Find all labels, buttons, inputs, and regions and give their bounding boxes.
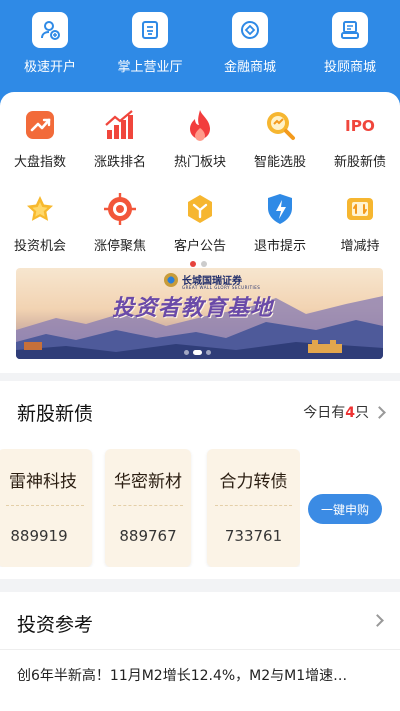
stock-card-divider — [6, 505, 84, 515]
bar-rank-icon — [103, 108, 137, 142]
user-plus-icon — [32, 12, 68, 48]
star-icon — [23, 192, 57, 226]
swap-icon — [343, 192, 377, 226]
finance-mall-button[interactable]: 金融商城 — [200, 12, 300, 75]
stock-name: 合力转债 — [219, 472, 288, 492]
smart-pick-label: 智能选股 — [253, 155, 306, 170]
one-click-subscribe-button[interactable]: 一键申购 — [308, 494, 382, 524]
document-icon — [132, 12, 168, 48]
limit-up-focus-button[interactable]: 涨停聚焦 — [80, 192, 160, 276]
today-count-number: 4 — [345, 405, 355, 421]
ipo-icon: IPO — [343, 108, 377, 142]
stock-card[interactable]: 雷神科技 889919 — [0, 449, 92, 567]
stock-card-fade — [207, 537, 300, 567]
news-headline[interactable]: 创6年半新高！11月M2增长12.4%，M2与M1增速… — [17, 665, 387, 685]
banner-page-dot-active — [193, 350, 202, 355]
today-count-link[interactable]: 今日有4只 — [303, 402, 386, 422]
stock-card-fade — [105, 537, 191, 567]
investment-reference-title: 投资参考 — [17, 614, 94, 636]
open-account-label: 极速开户 — [23, 60, 76, 75]
advisor-mall-button[interactable]: 投顾商城 — [300, 12, 400, 75]
hot-sector-button[interactable]: 热门板块 — [160, 108, 240, 192]
brand-logo-mark — [164, 272, 178, 287]
smart-pick-button[interactable]: 智能选股 — [240, 108, 320, 192]
delisting-alert-button[interactable]: 退市提示 — [240, 192, 320, 276]
holding-change-button[interactable]: 增减持 — [320, 192, 400, 276]
customer-notice-label: 客户公告 — [173, 239, 226, 254]
stock-card-divider — [113, 505, 183, 515]
new-stock-bond-label: 新股新债 — [333, 155, 386, 170]
svg-text:IPO: IPO — [345, 117, 375, 135]
trend-chart-icon — [23, 108, 57, 142]
advisor-icon — [332, 12, 368, 48]
hot-sector-label: 热门板块 — [173, 155, 226, 170]
smart-search-icon — [263, 108, 297, 142]
stock-card-fade — [0, 537, 92, 567]
target-icon — [103, 192, 137, 226]
lightning-shield-icon — [263, 192, 297, 226]
function-grid: 大盘指数 涨跌排名 热门板块 智能选股 IPO 新股新债 投资机会 涨停聚焦 客… — [0, 108, 400, 276]
promo-banner[interactable]: 长城国瑞证券 GREAT WALL GLORY SECURITIES 投资者教育… — [16, 268, 383, 359]
grid-page-dot — [201, 261, 207, 267]
new-stock-section: 新股新债 今日有4只 雷神科技 889919 华密新材 889767 合力转债 … — [0, 381, 400, 579]
new-stock-list: 雷神科技 889919 华密新材 889767 合力转债 733761 — [0, 449, 300, 567]
market-index-label: 大盘指数 — [13, 155, 66, 170]
grid-page-dot-active — [190, 261, 196, 267]
function-row-1: 大盘指数 涨跌排名 热门板块 智能选股 IPO 新股新债 — [0, 108, 400, 192]
chevron-right-icon — [373, 405, 386, 419]
stock-card-divider — [215, 505, 292, 515]
new-stock-bond-button[interactable]: IPO 新股新债 — [320, 108, 400, 192]
holding-change-label: 增减持 — [340, 239, 380, 254]
today-count-text: 今日有4只 — [303, 405, 369, 421]
ranking-button[interactable]: 涨跌排名 — [80, 108, 160, 192]
mobile-hall-button[interactable]: 掌上营业厅 — [100, 12, 200, 75]
stock-name: 雷神科技 — [9, 472, 77, 492]
investment-reference-section: 投资参考 创6年半新高！11月M2增长12.4%，M2与M1增速… — [0, 592, 400, 711]
open-account-button[interactable]: 极速开户 — [0, 12, 100, 75]
investment-opportunity-button[interactable]: 投资机会 — [0, 192, 80, 276]
banner-page-dot — [206, 350, 211, 355]
new-stock-title: 新股新债 — [17, 403, 94, 425]
advisor-mall-label: 投顾商城 — [323, 60, 376, 75]
coin-icon — [232, 12, 268, 48]
banner-page-dot — [184, 350, 189, 355]
banner-title: 投资者教育基地 — [112, 296, 274, 321]
divider — [0, 649, 400, 650]
market-index-button[interactable]: 大盘指数 — [0, 108, 80, 192]
finance-mall-label: 金融商城 — [223, 60, 276, 75]
stock-card[interactable]: 华密新材 889767 — [105, 449, 191, 567]
investment-reference-more[interactable] — [367, 614, 384, 627]
delisting-alert-label: 退市提示 — [253, 239, 306, 254]
mobile-hall-label: 掌上营业厅 — [117, 60, 183, 75]
investment-opportunity-label: 投资机会 — [13, 239, 66, 254]
stock-name: 华密新材 — [114, 472, 182, 492]
grid-page-indicator — [190, 261, 207, 267]
function-card: 大盘指数 涨跌排名 热门板块 智能选股 IPO 新股新债 投资机会 涨停聚焦 客… — [0, 92, 400, 373]
top-nav: 极速开户 掌上营业厅 金融商城 投顾商城 — [0, 12, 400, 75]
fire-icon — [183, 108, 217, 142]
chevron-right-icon — [371, 614, 384, 627]
notice-icon — [183, 192, 217, 226]
limit-up-focus-label: 涨停聚焦 — [93, 239, 146, 254]
stock-card[interactable]: 合力转债 733761 — [207, 449, 300, 567]
ranking-label: 涨跌排名 — [93, 155, 146, 170]
banner-page-indicator — [184, 350, 211, 355]
